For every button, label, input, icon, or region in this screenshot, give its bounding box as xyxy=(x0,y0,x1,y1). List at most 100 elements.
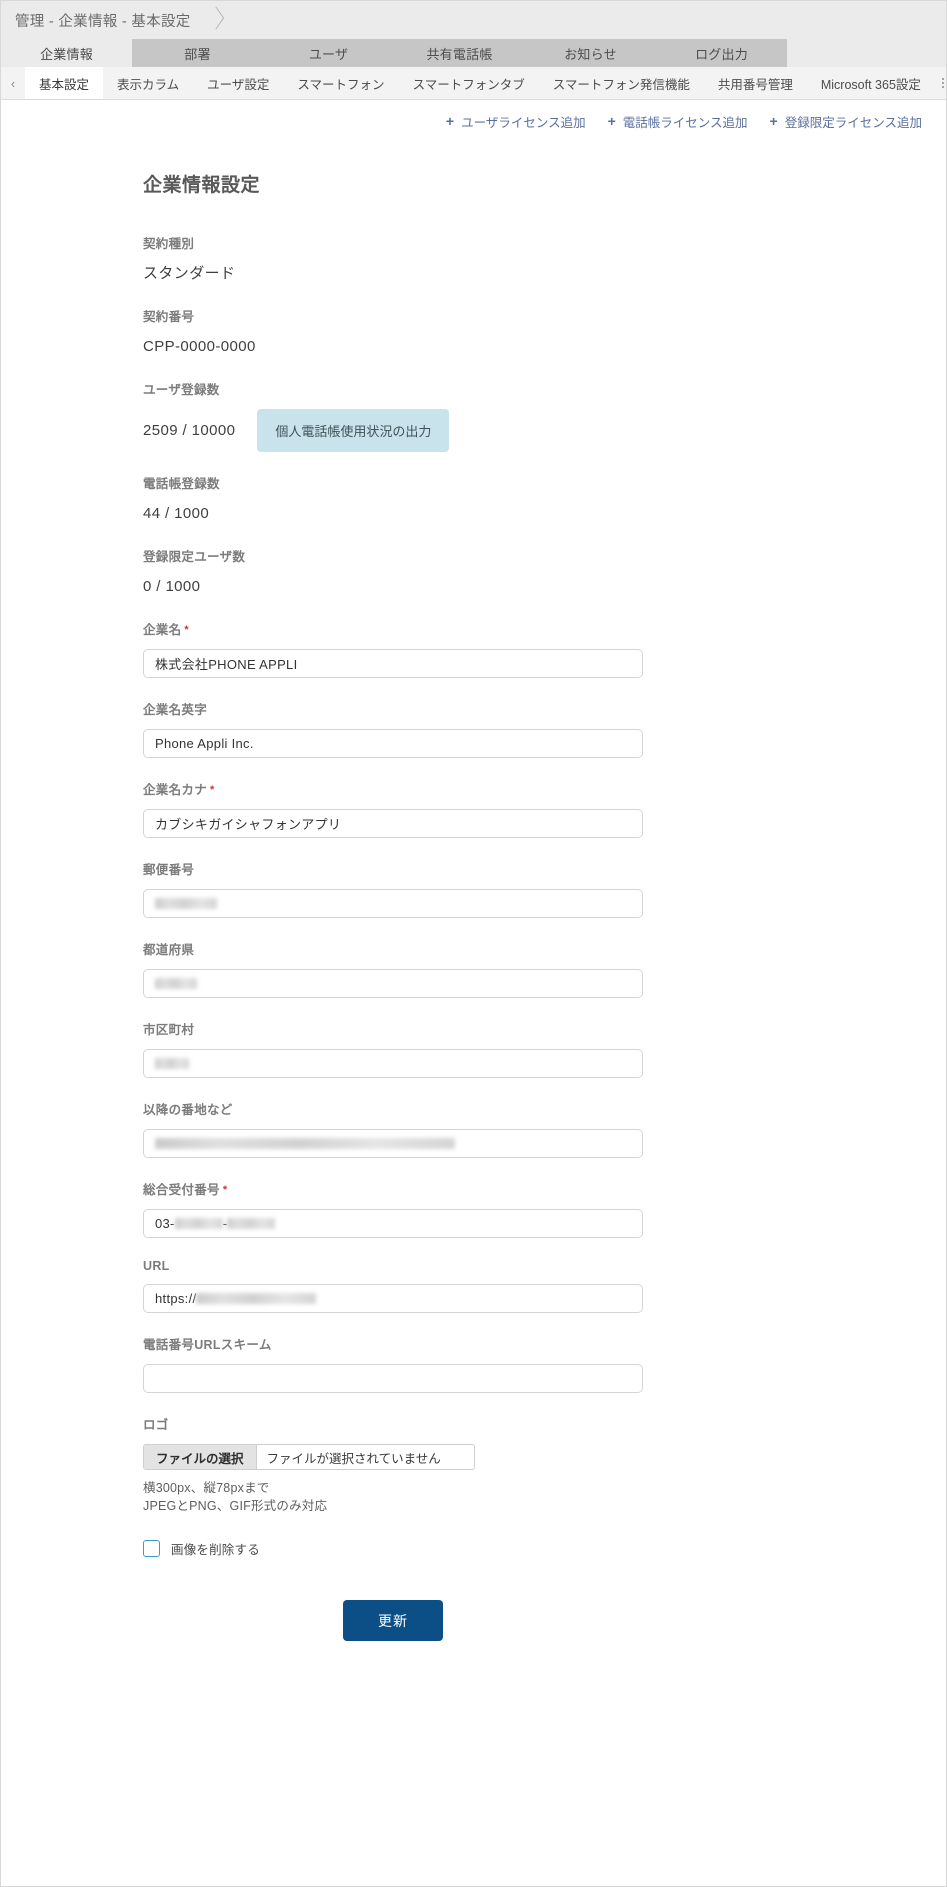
redacted-value xyxy=(155,898,217,909)
logo-hint-format: JPEGとPNG、GIF形式のみ対応 xyxy=(143,1499,328,1513)
field-label: 契約番号 xyxy=(143,310,195,324)
field-label: 都道府県 xyxy=(143,943,195,957)
redacted-value xyxy=(227,1218,276,1229)
logo-hint-size: 横300px、縦78pxまで xyxy=(143,1481,270,1495)
logo-file-picker[interactable]: ファイルの選択 ファイルが選択されていません xyxy=(143,1444,475,1470)
prefecture-input[interactable] xyxy=(143,969,643,998)
field-label: URL xyxy=(143,1259,170,1273)
more-options-icon[interactable] xyxy=(935,67,946,99)
field-label: 電話番号URLスキーム xyxy=(143,1338,272,1352)
company-name-input[interactable]: 株式会社PHONE APPLI xyxy=(143,649,643,678)
field-label: 企業名 * xyxy=(143,619,643,638)
field-label: ユーザ登録数 xyxy=(143,383,220,397)
tab-log-export[interactable]: ログ出力 xyxy=(656,39,787,67)
redacted-value xyxy=(196,1293,317,1304)
choose-file-button[interactable]: ファイルの選択 xyxy=(144,1445,257,1469)
field-contract-number: 契約番号 CPP-0000-0000 xyxy=(143,306,643,358)
subtab-label: Microsoft 365設定 xyxy=(820,77,921,92)
add-user-license-link[interactable]: + ユーザライセンス追加 xyxy=(446,112,586,131)
url-input[interactable]: https:// xyxy=(143,1284,643,1313)
redacted-value xyxy=(155,1058,189,1069)
field-main-phone: 総合受付番号 * 03- - xyxy=(143,1179,643,1238)
subtab-user-settings[interactable]: ユーザ設定 xyxy=(193,67,284,99)
tab-label: お知らせ xyxy=(564,46,617,62)
redacted-value xyxy=(174,1218,223,1229)
page-title: 企業情報設定 xyxy=(143,175,261,196)
label-text: 企業名 xyxy=(143,623,182,637)
plus-icon: + xyxy=(769,113,778,129)
required-marker: * xyxy=(184,624,189,636)
subtab-microsoft-365[interactable]: Microsoft 365設定 xyxy=(806,67,935,99)
street-input[interactable] xyxy=(143,1129,643,1158)
subtab-basic-settings[interactable]: 基本設定 xyxy=(25,67,104,99)
field-label: 総合受付番号 * xyxy=(143,1179,643,1198)
app-window: 管理 - 企業情報 - 基本設定 企業情報 部署 ユーザ 共有電話帳 お知らせ … xyxy=(0,0,947,1887)
tab-label: 企業情報 xyxy=(40,46,93,62)
field-label: 電話帳登録数 xyxy=(143,477,220,491)
company-name-kana-input[interactable]: カブシキガイシャフォンアプリ xyxy=(143,809,643,838)
field-label: 企業名カナ * xyxy=(143,779,643,798)
label-text: 総合受付番号 xyxy=(143,1183,220,1197)
field-limited-user-count: 登録限定ユーザ数 0 / 1000 xyxy=(143,546,643,598)
field-label: 郵便番号 xyxy=(143,863,195,877)
tab-label: ユーザ xyxy=(308,46,349,62)
field-logo: ロゴ ファイルの選択 ファイルが選択されていません 横300px、縦78pxまで… xyxy=(143,1414,643,1558)
link-label: ユーザライセンス追加 xyxy=(461,115,586,130)
tab-shared-phonebook[interactable]: 共有電話帳 xyxy=(394,39,525,67)
license-actions: + ユーザライセンス追加 + 電話帳ライセンス追加 + 登録限定ライセンス追加 xyxy=(1,100,946,142)
subtab-smartphone-tab[interactable]: スマートフォンタブ xyxy=(398,67,539,99)
subtab-smartphone[interactable]: スマートフォン xyxy=(283,67,399,99)
subtab-label: 表示カラム xyxy=(117,77,180,92)
input-value-prefix: 03- xyxy=(155,1216,175,1231)
subtab-label: ユーザ設定 xyxy=(207,77,270,92)
subtab-shared-number-mgmt[interactable]: 共用番号管理 xyxy=(703,67,807,99)
subtab-label: 共用番号管理 xyxy=(717,77,793,92)
field-contract-type: 契約種別 スタンダード xyxy=(143,233,643,285)
add-limited-license-link[interactable]: + 登録限定ライセンス追加 xyxy=(770,112,922,131)
redacted-value xyxy=(155,978,197,989)
selected-file-name: ファイルが選択されていません xyxy=(266,1451,441,1466)
limited-user-count-value: 0 / 1000 xyxy=(143,578,201,595)
plus-icon: + xyxy=(607,113,616,129)
postal-code-input[interactable] xyxy=(143,889,643,918)
company-name-en-input[interactable]: Phone Appli Inc. xyxy=(143,729,643,758)
subtab-label: スマートフォンタブ xyxy=(412,77,525,92)
company-settings-form: 企業情報設定 契約種別 スタンダード 契約番号 CPP-0000-0000 ユー… xyxy=(1,142,946,1681)
update-button[interactable]: 更新 xyxy=(343,1600,443,1641)
link-label: 電話帳ライセンス追加 xyxy=(622,115,748,130)
tab-notifications[interactable]: お知らせ xyxy=(525,39,656,67)
city-input[interactable] xyxy=(143,1049,643,1078)
logo-hint: 横300px、縦78pxまで JPEGとPNG、GIF形式のみ対応 xyxy=(143,1479,643,1515)
input-value: Phone Appli Inc. xyxy=(155,736,254,751)
delete-image-row: 画像を削除する xyxy=(143,1539,643,1558)
tab-user[interactable]: ユーザ xyxy=(263,39,394,67)
main-phone-input[interactable]: 03- - xyxy=(143,1209,643,1238)
add-phonebook-license-link[interactable]: + 電話帳ライセンス追加 xyxy=(608,112,748,131)
subtab-display-columns[interactable]: 表示カラム xyxy=(103,67,194,99)
field-label: 市区町村 xyxy=(143,1023,195,1037)
tab-company-info[interactable]: 企業情報 xyxy=(1,39,132,67)
breadcrumb: 管理 - 企業情報 - 基本設定 xyxy=(15,13,191,30)
tab-department[interactable]: 部署 xyxy=(132,39,263,67)
field-company-name-kana: 企業名カナ * カブシキガイシャフォンアプリ xyxy=(143,779,643,838)
export-personal-phonebook-usage-button[interactable]: 個人電話帳使用状況の出力 xyxy=(257,409,450,452)
tel-url-scheme-input[interactable] xyxy=(143,1364,643,1393)
field-label: 以降の番地など xyxy=(143,1103,233,1117)
scroll-left-icon[interactable]: ‹ xyxy=(1,67,25,99)
subtab-smartphone-calling[interactable]: スマートフォン発信機能 xyxy=(538,67,704,99)
field-company-name-en: 企業名英字 Phone Appli Inc. xyxy=(143,699,643,758)
delete-image-checkbox[interactable] xyxy=(143,1540,160,1557)
field-tel-url-scheme: 電話番号URLスキーム xyxy=(143,1334,643,1393)
plus-icon: + xyxy=(445,113,455,129)
breadcrumb-bar: 管理 - 企業情報 - 基本設定 xyxy=(1,1,946,39)
required-marker: * xyxy=(222,1184,228,1196)
subtab-label: スマートフォン xyxy=(297,77,385,92)
submit-row: 更新 xyxy=(143,1600,643,1681)
field-label: 企業名英字 xyxy=(143,703,208,717)
field-url: URL https:// xyxy=(143,1259,643,1313)
contract-type-value: スタンダード xyxy=(143,265,236,282)
contract-number-value: CPP-0000-0000 xyxy=(143,338,256,355)
user-count-value: 2509 / 10000 xyxy=(143,421,236,439)
secondary-tab-bar: ‹ 基本設定 表示カラム ユーザ設定 スマートフォン スマートフォンタブ スマー… xyxy=(1,67,946,100)
input-value: 株式会社PHONE APPLI xyxy=(155,657,298,672)
